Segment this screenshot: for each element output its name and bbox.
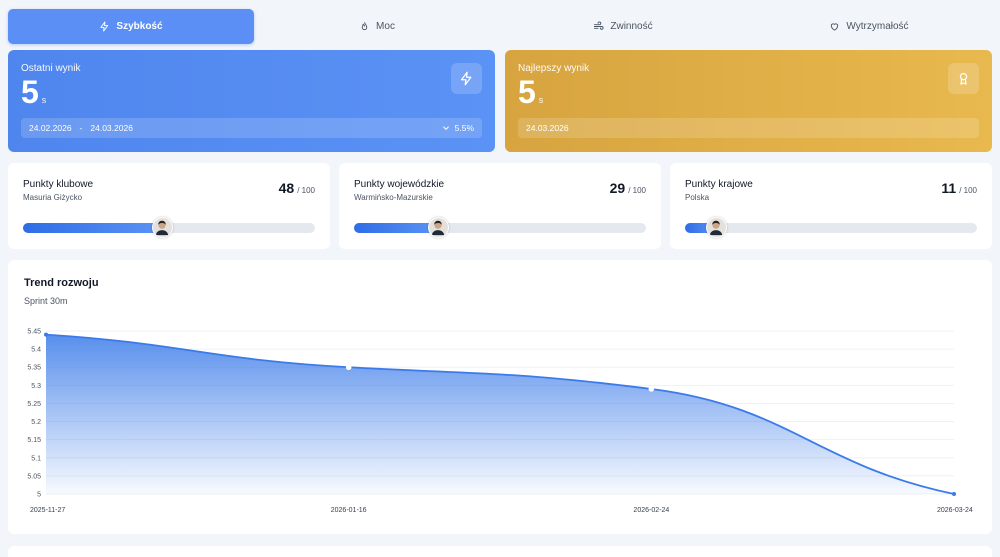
best-result-unit: s <box>538 95 544 105</box>
user-avatar-icon <box>155 220 169 236</box>
award-icon <box>959 72 968 85</box>
points-subtitle: Masuria Giżycko <box>23 193 83 202</box>
trend-card: Trend rozwoju Sprint 30m 5 5.05 5.1 5.15 5.2… <box>8 260 992 534</box>
lightning-icon <box>100 21 109 32</box>
points-progress-fill <box>354 223 439 233</box>
regional-points-card: Punkty wojewódzkie Warmińsko-Mazurskie 2… <box>339 163 661 249</box>
points-score: 11 / 100 <box>941 180 977 196</box>
tab-label: Szybkość <box>116 21 163 32</box>
y-tick-label: 5.1 <box>31 455 41 462</box>
best-result-card: Najlepszy wynik 5 s 24.03.2026 <box>505 50 992 152</box>
category-tabs: Szybkość Moc Zwinność Wytrzymałość <box>8 9 992 44</box>
points-progress-fill <box>23 223 164 233</box>
user-avatar-icon <box>709 220 723 236</box>
avatar <box>152 217 174 238</box>
points-value: 29 <box>609 180 626 196</box>
data-point <box>345 364 352 371</box>
y-tick-label: 5.05 <box>27 473 41 480</box>
best-date: 24.03.2026 <box>526 123 569 133</box>
change-indicator: 5.5% <box>442 123 474 133</box>
next-card-edge <box>8 546 992 557</box>
date-separator: - <box>79 123 83 133</box>
x-tick-label: 2025-11-27 <box>30 507 65 514</box>
y-tick-label: 5.3 <box>31 383 41 390</box>
data-point <box>44 332 48 337</box>
change-value: 5.5% <box>454 123 474 133</box>
tab-label: Zwinność <box>610 21 653 32</box>
points-value: 11 <box>941 180 957 196</box>
points-max: / 100 <box>297 186 315 195</box>
best-result-date: 24.03.2026 <box>518 118 979 138</box>
trend-chart: 5 5.05 5.1 5.15 5.2 5.25 5.3 5.35 5.4 5.45 2025-11… <box>27 329 973 515</box>
wind-icon <box>594 21 604 30</box>
last-result-unit: s <box>41 95 47 105</box>
avatar <box>427 217 449 238</box>
date-to: 24.03.2026 <box>90 123 133 133</box>
lightning-icon <box>460 71 472 86</box>
points-title: Punkty krajowe <box>685 179 753 190</box>
x-tick-label: 2026-03-24 <box>937 507 973 514</box>
points-subtitle: Warmińsko-Mazurskie <box>354 193 433 202</box>
y-tick-label: 5 <box>37 492 41 499</box>
tab-power[interactable]: Moc <box>254 9 500 44</box>
points-progress-track <box>23 217 315 238</box>
flame-icon <box>361 22 368 31</box>
tab-endurance[interactable]: Wytrzymałość <box>746 9 992 44</box>
last-result-value: 5 s <box>21 76 482 108</box>
chevron-down-icon <box>442 126 449 131</box>
points-score: 48 / 100 <box>279 180 315 196</box>
area-fill <box>46 334 954 494</box>
points-title: Punkty klubowe <box>23 179 94 190</box>
last-result-number: 5 <box>21 74 39 110</box>
y-tick-label: 5.45 <box>27 329 41 336</box>
y-tick-label: 5.35 <box>27 365 41 372</box>
points-progress-track <box>354 217 646 238</box>
points-progress-track <box>685 217 977 238</box>
date-from: 24.02.2026 <box>29 123 72 133</box>
points-value: 48 <box>278 180 295 196</box>
best-result-label: Najlepszy wynik <box>518 63 590 74</box>
best-result-icon-box <box>948 63 979 94</box>
user-avatar-icon <box>431 220 444 236</box>
points-max: / 100 <box>628 186 646 195</box>
best-result-value: 5 s <box>518 76 979 108</box>
last-result-label: Ostatni wynik <box>21 63 81 74</box>
tab-label: Moc <box>376 21 395 32</box>
tab-agility[interactable]: Zwinność <box>500 9 746 44</box>
y-tick-label: 5.2 <box>31 419 41 426</box>
points-max: / 100 <box>959 186 977 195</box>
data-point <box>648 386 655 392</box>
tab-speed[interactable]: Szybkość <box>8 9 254 44</box>
x-tick-label: 2026-01-16 <box>331 507 367 514</box>
y-tick-label: 5.25 <box>27 401 41 408</box>
national-points-card: Punkty krajowe Polska 11 / 100 <box>670 163 992 249</box>
x-tick-label: 2026-02-24 <box>633 507 669 514</box>
data-point <box>952 492 956 496</box>
last-result-date-range: 24.02.2026 - 24.03.2026 5.5% <box>21 118 482 138</box>
points-title: Punkty wojewódzkie <box>354 179 445 190</box>
y-tick-label: 5.4 <box>31 347 41 354</box>
points-subtitle: Polska <box>685 193 710 202</box>
tab-label: Wytrzymałość <box>846 21 909 32</box>
club-points-card: Punkty klubowe Masuria Giżycko 48 / 100 <box>8 163 330 249</box>
last-result-card: Ostatni wynik 5 s 24.02.2026 - 24.03.202… <box>8 50 495 152</box>
points-score: 29 / 100 <box>610 180 646 196</box>
last-result-icon-box <box>451 63 482 94</box>
y-tick-label: 5.15 <box>27 437 41 444</box>
best-result-number: 5 <box>518 74 536 110</box>
avatar <box>706 217 728 238</box>
heart-icon <box>831 23 839 31</box>
